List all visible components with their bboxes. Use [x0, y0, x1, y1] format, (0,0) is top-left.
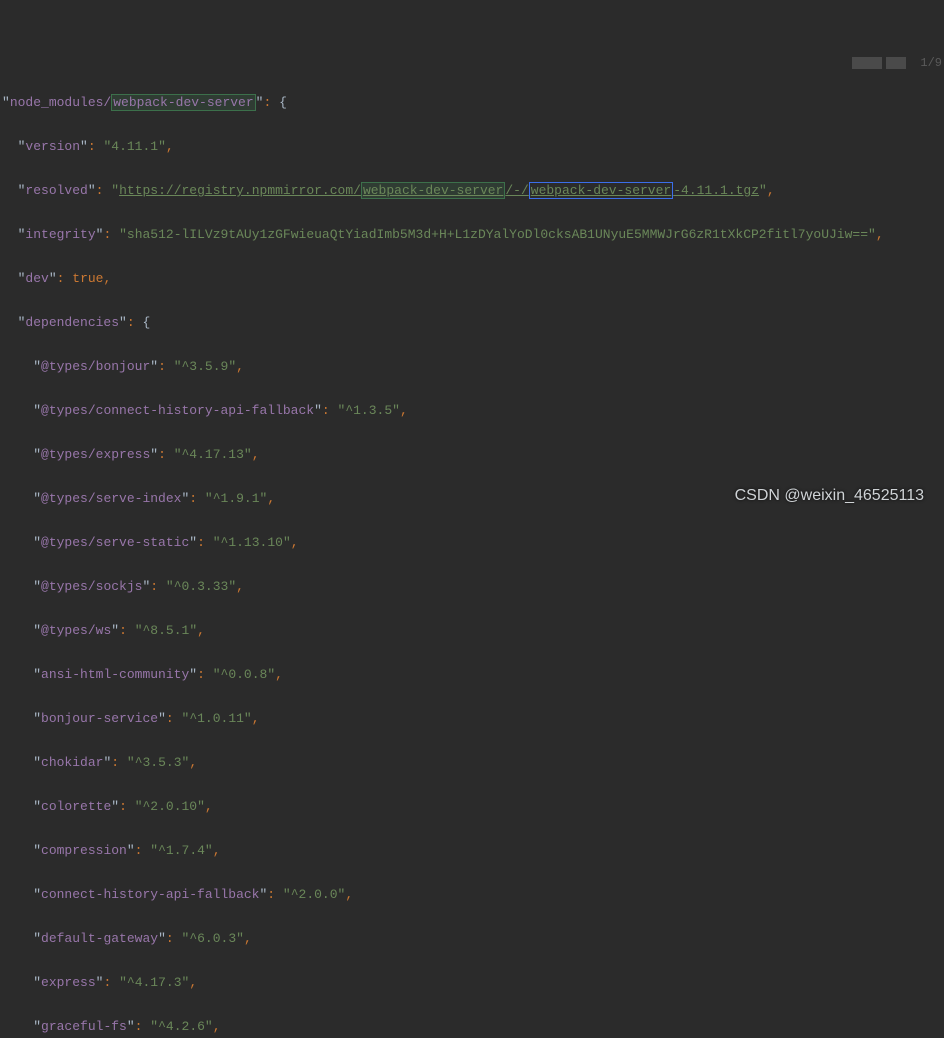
json-line-version: "version": "4.11.1",	[0, 136, 944, 158]
watermark: CSDN @weixin_46525113	[735, 485, 924, 507]
dep-line: "@types/bonjour": "^3.5.9",	[0, 356, 944, 378]
dep-line: "ansi-html-community": "^0.0.8",	[0, 664, 944, 686]
highlight-blue: webpack-dev-server	[529, 182, 673, 199]
json-line-integrity: "integrity": "sha512-lILVz9tAUy1zGFwieua…	[0, 224, 944, 246]
root-key-prefix: node_modules/	[10, 95, 111, 110]
resolved-url[interactable]: https://registry.npmmirror.com/webpack-d…	[119, 182, 759, 199]
dep-line: "graceful-fs": "^4.2.6",	[0, 1016, 944, 1038]
dep-line: "express": "^4.17.3",	[0, 972, 944, 994]
dep-line: "default-gateway": "^6.0.3",	[0, 928, 944, 950]
dep-line: "chokidar": "^3.5.3",	[0, 752, 944, 774]
dep-line: "@types/connect-history-api-fallback": "…	[0, 400, 944, 422]
dep-line: "colorette": "^2.0.10",	[0, 796, 944, 818]
dep-line: "@types/serve-static": "^1.13.10",	[0, 532, 944, 554]
dep-line: "@types/ws": "^8.5.1",	[0, 620, 944, 642]
json-line-dev: "dev": true,	[0, 268, 944, 290]
dep-line: "connect-history-api-fallback": "^2.0.0"…	[0, 884, 944, 906]
highlight-green-1: webpack-dev-server	[111, 94, 255, 111]
json-line-resolved: "resolved": "https://registry.npmmirror.…	[0, 180, 944, 202]
dep-line: "@types/sockjs": "^0.3.33",	[0, 576, 944, 598]
json-line-root: "node_modules/webpack-dev-server": {	[0, 92, 944, 114]
highlight-green-2: webpack-dev-server	[361, 182, 505, 199]
dep-line: "@types/express": "^4.17.13",	[0, 444, 944, 466]
dep-line: "bonjour-service": "^1.0.11",	[0, 708, 944, 730]
dep-line: "compression": "^1.7.4",	[0, 840, 944, 862]
json-line-deps: "dependencies": {	[0, 312, 944, 334]
search-result-indicator: 1/9	[852, 52, 942, 74]
